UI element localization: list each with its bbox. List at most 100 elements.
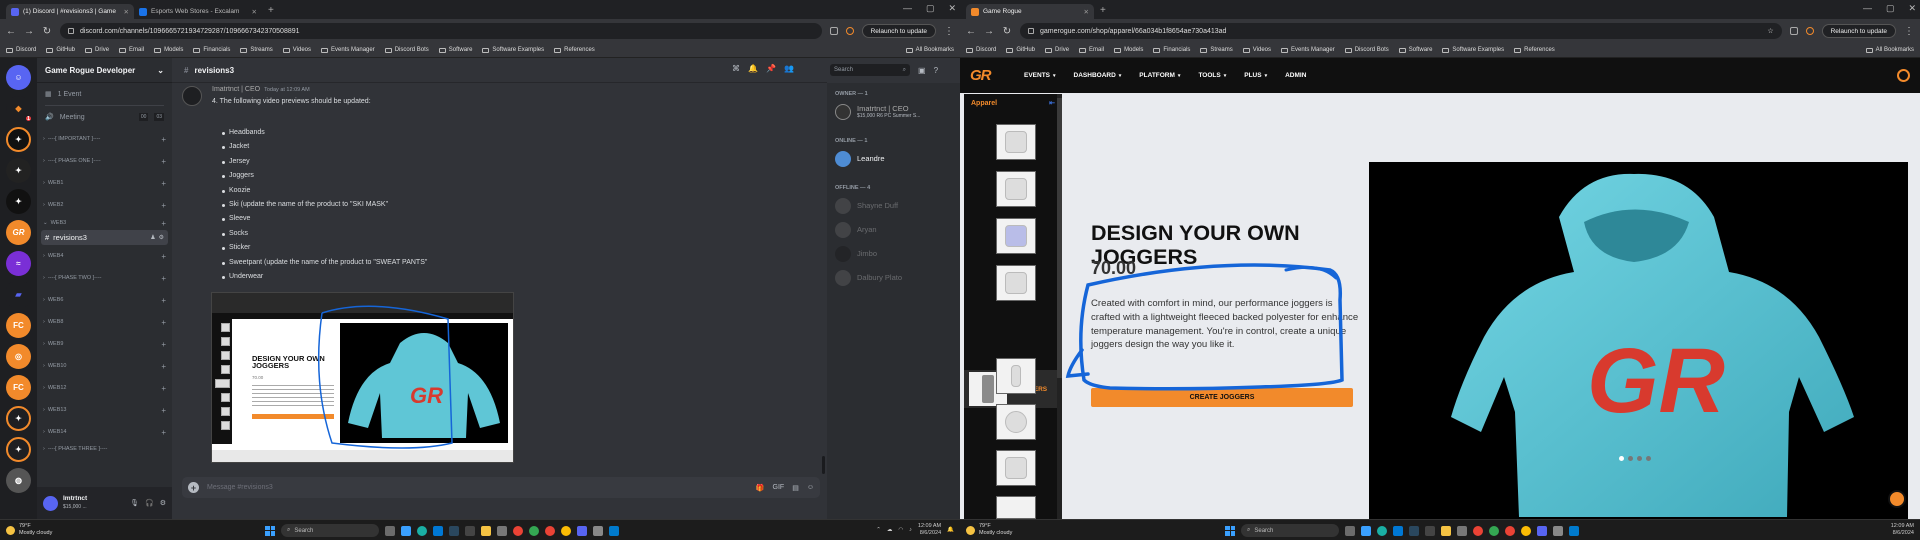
category[interactable]: › ----[ IMPORTANT ]---- + (37, 128, 172, 150)
member-item[interactable]: Imatrtnct | CEO $15,000 R6 PC Summer S... (827, 100, 960, 124)
member-item[interactable]: Shayne Duff (827, 194, 960, 218)
carousel-dot[interactable] (1619, 456, 1624, 461)
add-channel-icon[interactable]: + (161, 219, 166, 228)
clock[interactable]: 12:09 AM 8/6/2024 (918, 523, 941, 537)
steam-icon[interactable] (449, 525, 459, 536)
category[interactable]: › WEB10 + (37, 355, 172, 377)
chrome-icon[interactable] (1521, 525, 1531, 536)
add-channel-icon[interactable]: + (161, 179, 166, 188)
category[interactable]: › WEB13 + (37, 399, 172, 421)
headphones-icon[interactable]: 🎧 (145, 499, 154, 507)
back-icon[interactable]: ← (966, 26, 976, 37)
bookmark-item[interactable]: Financials (1153, 47, 1190, 53)
category[interactable]: › WEB12 + (37, 377, 172, 399)
weather-widget[interactable]: 79°F Mostly cloudy (6, 523, 52, 537)
member-item[interactable]: Leandre (827, 147, 960, 171)
add-channel-icon[interactable]: + (161, 340, 166, 349)
app-icon[interactable] (465, 525, 475, 536)
bookmark-item[interactable]: GitHub (46, 47, 75, 53)
screenshot-attachment[interactable]: DESIGN YOUR OWN JOGGERS 70.00 GR (211, 292, 514, 463)
steam-icon[interactable] (1409, 525, 1419, 536)
inbox-icon[interactable]: ▣ (918, 66, 926, 75)
category[interactable]: › WEB6 + (37, 289, 172, 311)
bookmark-item[interactable]: Videos (1242, 47, 1271, 53)
site-logo[interactable]: GR (970, 67, 1006, 84)
app-icon[interactable] (1361, 525, 1371, 536)
avatar[interactable] (43, 495, 58, 511)
bookmark-item[interactable]: GitHub (1006, 47, 1035, 53)
member-item[interactable]: Aryan (827, 218, 960, 242)
close-tab-icon[interactable]: ✕ (1084, 8, 1089, 16)
category[interactable]: › ----[ PHASE ONE ]---- + (37, 150, 172, 172)
discord-icon[interactable] (577, 525, 587, 536)
gear-icon[interactable]: ⚙ (160, 499, 166, 507)
bookmark-item[interactable]: References (1514, 47, 1555, 53)
add-attachment-icon[interactable]: + (188, 482, 199, 493)
bookmark-item[interactable]: Discord Bots (384, 47, 429, 53)
server-icon[interactable]: ◎ (6, 344, 31, 369)
forward-icon[interactable]: → (984, 26, 994, 37)
bookmark-item[interactable]: Models (154, 47, 183, 53)
add-channel-icon[interactable]: + (161, 384, 166, 393)
sticker-icon[interactable]: ▤ (792, 484, 799, 492)
add-channel-icon[interactable]: + (161, 406, 166, 415)
reload-icon[interactable]: ↻ (1002, 26, 1012, 37)
gear-icon[interactable]: ⚙ (159, 234, 164, 241)
profile-icon[interactable] (845, 27, 854, 35)
volume-icon[interactable]: ♪ (909, 527, 912, 533)
chrome-icon[interactable] (1505, 525, 1515, 536)
user-name-block[interactable]: Imtrtnct $15,000 ... (63, 495, 87, 511)
events-item[interactable]: ▦ 1 Event (37, 83, 172, 105)
member-item[interactable]: Jimbo (827, 242, 960, 266)
edge-icon[interactable] (1377, 525, 1387, 536)
task-view-icon[interactable] (385, 525, 395, 536)
server-icon[interactable]: GR (6, 220, 31, 245)
members-icon[interactable]: 👥 (784, 64, 794, 73)
bookmark-item[interactable]: Streams (240, 47, 273, 53)
cloud-icon[interactable]: ☁ (887, 527, 893, 533)
message-input[interactable]: + Message #revisions3 🎁 GIF ▤ ☺ (182, 477, 820, 498)
app-icon[interactable] (593, 525, 603, 536)
member-item[interactable]: Dalbury Plato (827, 266, 960, 290)
nav-tools[interactable]: TOOLS ▾ (1198, 72, 1226, 79)
nav-platform[interactable]: PLATFORM ▾ (1139, 72, 1180, 79)
server-icon[interactable]: ◍ (6, 468, 31, 493)
clock[interactable]: 12:09 AM 8/6/2024 (1891, 523, 1914, 537)
category[interactable]: › WEB1 + (37, 172, 172, 194)
avatar[interactable] (182, 86, 202, 106)
server-icon[interactable]: ◆ 1 (6, 96, 33, 123)
app-icon[interactable] (401, 525, 411, 536)
add-channel-icon[interactable]: + (161, 252, 166, 261)
chrome-icon[interactable] (513, 525, 523, 536)
discord-icon[interactable] (1537, 525, 1547, 536)
bookmark-item[interactable]: Models (1114, 47, 1143, 53)
tab-excalam[interactable]: Esports Web Stores - Excalam ✕ (134, 4, 262, 19)
add-channel-icon[interactable]: + (161, 135, 166, 144)
windows-start-icon[interactable] (1225, 525, 1235, 536)
app-icon[interactable] (1425, 525, 1435, 536)
product-thumb[interactable] (996, 404, 1036, 440)
folder-icon[interactable]: ▰ (6, 282, 31, 307)
bookmark-item[interactable]: Software Examples (482, 47, 544, 53)
chrome-icon[interactable] (1473, 525, 1483, 536)
product-thumb[interactable] (996, 218, 1036, 254)
bookmark-item[interactable]: Email (119, 47, 144, 53)
emoji-icon[interactable]: ☺ (807, 484, 814, 492)
bookmark-item[interactable]: Streams (1200, 47, 1233, 53)
category[interactable]: › WEB8 + (37, 311, 172, 333)
server-icon[interactable]: ✦ (6, 158, 31, 183)
chrome-icon[interactable] (561, 525, 571, 536)
category[interactable]: › WEB9 + (37, 333, 172, 355)
close-tab-icon[interactable]: ✕ (124, 8, 129, 16)
add-channel-icon[interactable]: + (161, 362, 166, 371)
carousel-dot[interactable] (1628, 456, 1633, 461)
voice-channel-meeting[interactable]: 🔊 Meeting 00 03 (37, 106, 172, 128)
all-bookmarks[interactable]: All Bookmarks (905, 47, 954, 53)
server-icon[interactable]: FC (6, 375, 31, 400)
server-header[interactable]: Game Rogue Developer ⌄ (37, 58, 172, 83)
create-joggers-button[interactable]: CREATE JOGGERS (1091, 388, 1353, 407)
server-icon[interactable]: ✦ (6, 127, 31, 152)
pin-icon[interactable]: 📌 (766, 64, 776, 73)
all-bookmarks[interactable]: All Bookmarks (1865, 47, 1914, 53)
tab-game-rogue[interactable]: Game Rogue ✕ (966, 4, 1094, 19)
